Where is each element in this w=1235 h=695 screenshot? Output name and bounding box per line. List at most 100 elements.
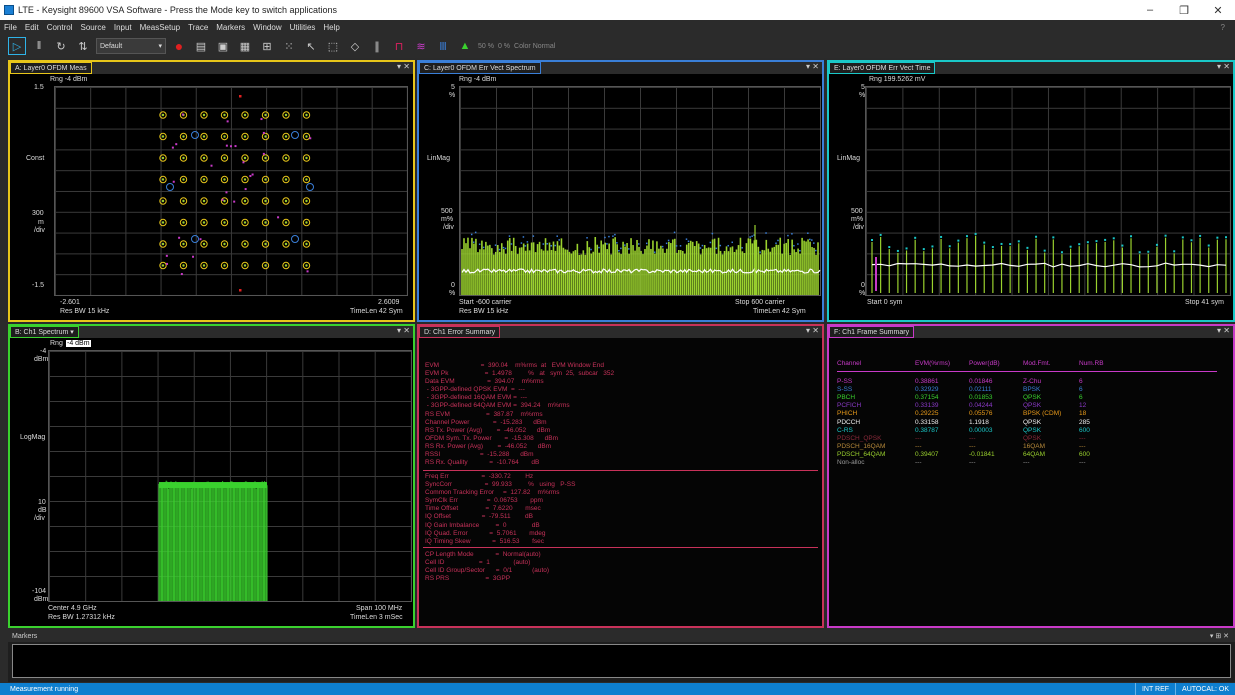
spectrum-plot[interactable] [48,350,412,602]
pane-title[interactable]: E: Layer0 OFDM Err Vect Time [829,62,936,74]
err-vect-time-plot[interactable] [865,86,1231,296]
menu-edit[interactable]: Edit [21,23,43,32]
minimize-button[interactable]: – [1133,0,1167,20]
table-cell: 6 [1079,394,1083,402]
constellation-point [305,221,308,224]
constellation-point [223,135,226,138]
decay-percent: 0 % [497,42,511,50]
menu-markers[interactable]: Markers [212,23,249,32]
pane-controls[interactable]: ▾ ✕ [1217,326,1230,335]
reference-point [191,235,199,243]
restart-icon[interactable]: ↻ [52,37,70,55]
pane-f-frame-summary[interactable]: F: Ch1 Frame Summary ▾ ✕ Channel EVM(%rms… [827,324,1235,628]
record-icon[interactable]: ● [170,37,188,55]
constellation-point [202,156,206,160]
constellation-point [161,156,165,160]
table-row[interactable]: P-SS 0.38861 0.01846 Z-Chu 6 [837,378,1217,386]
constellation-plot[interactable] [54,86,408,296]
spectrogram-icon[interactable]: ▲ [456,37,474,55]
save-recording-icon[interactable]: ▣ [214,37,232,55]
marker-peak-icon[interactable]: ⊓ [390,37,408,55]
dots-layout-icon[interactable]: ⁙ [280,37,298,55]
pilot-point [991,246,994,249]
pilot-point [957,239,960,242]
table-row[interactable]: PHICH 0.29225 0.05576 BPSK (CDM) 18 [837,410,1217,418]
preset-select[interactable]: Default ▾ [96,38,166,54]
pane-d-error-summary[interactable]: D: Ch1 Error Summary ▾ ✕ EVM = 390.04 m%… [417,324,824,628]
pane-b-spectrum[interactable]: B: Ch1 Spectrum ▾ ▾ ✕ Rng -4 dBm -4 dBm … [8,324,415,628]
table-cell: C-RS [837,426,853,434]
layout-icon[interactable]: ▦ [236,37,254,55]
color-spectrum-icon[interactable]: ≋ [412,37,430,55]
menu-file[interactable]: File [0,23,21,32]
constellation-point [284,178,288,181]
menu-trace[interactable]: Trace [184,23,212,32]
table-row[interactable]: PDSCH_64QAM 0.39407 -0.01841 64QAM 600 [837,451,1217,459]
pane-title[interactable]: F: Ch1 Frame Summary [829,326,915,338]
menu-utilities[interactable]: Utilities [286,23,320,32]
constellation-point [223,156,226,160]
pane-controls[interactable]: ▾ ✕ [806,62,819,71]
range-value-field[interactable]: -4 dBm [66,340,91,347]
play-icon[interactable]: ▷ [8,37,26,55]
color-mode[interactable]: Color Normal [514,43,555,50]
preset-icon[interactable]: ⇅ [74,37,92,55]
pane-controls[interactable]: ▾ ✕ [1217,62,1230,71]
err-vect-spectrum-plot[interactable] [459,86,821,296]
markers-table[interactable] [12,644,1231,678]
table-row[interactable]: PDSCH_QPSK --- --- QPSK --- [837,435,1217,443]
table-cell: BPSK (CDM) [1023,410,1062,418]
table-row[interactable]: PBCH 0.37154 0.01853 QPSK 6 [837,394,1217,402]
pilot-point [210,164,213,167]
pause-icon[interactable]: ‖ [30,37,48,55]
marker-bars-icon[interactable]: ∥ [368,37,386,55]
pilot-point [482,246,485,249]
menu-help[interactable]: Help [319,23,343,32]
pane-controls[interactable]: ▾ ✕ [806,326,819,335]
table-row[interactable]: Non-alloc --- --- --- --- [837,459,1217,467]
menu-window[interactable]: Window [249,23,285,32]
pane-title[interactable]: D: Ch1 Error Summary [419,326,501,338]
menu-source[interactable]: Source [76,23,109,32]
column-header: Mod.Fmt. [1023,360,1051,367]
frame-summary-table: Channel EVM(%rms) Power(dB) Mod.Fmt. Num.RB P… [837,360,1217,467]
table-row[interactable]: PCFICH 0.33139 0.04244 QPSK 12 [837,402,1217,410]
pilot-point [478,243,481,246]
reference-point [291,235,299,243]
chevron-down-icon[interactable]: ▾ [70,328,74,336]
y-scale-div: /div [443,224,454,231]
menu-control[interactable]: Control [43,23,77,32]
pane-title[interactable]: A: Layer0 OFDM Meas [10,62,92,74]
table-row[interactable]: PDSCH_16QAM --- --- 16QAM --- [837,443,1217,451]
menu-meassetup[interactable]: MeasSetup [136,23,184,32]
help-icon[interactable]: ? [1217,23,1229,32]
constellation-point [305,178,308,181]
menu-input[interactable]: Input [110,23,136,32]
pane-c-err-vect-spectrum[interactable]: C: Layer0 OFDM Err Vect Spectrum ▾ ✕ Rng… [417,60,824,322]
markers-controls[interactable]: ▾ ⊞ ✕ [1210,632,1229,640]
pane-e-err-vect-time[interactable]: E: Layer0 OFDM Err Vect Time ▾ ✕ Rng 199… [827,60,1235,322]
maximize-button[interactable]: ❐ [1167,0,1201,20]
table-row[interactable]: S-SS 0.32929 0.02111 BPSK 6 [837,386,1217,394]
pane-title[interactable]: B: Ch1 Spectrum ▾ [10,326,79,338]
autocal-indicator[interactable]: AUTOCAL: OK [1175,683,1235,695]
grid-layout-icon[interactable]: ⊞ [258,37,276,55]
zoom-box-icon[interactable]: ⬚ [324,37,342,55]
pane-controls[interactable]: ▾ ✕ [397,326,410,335]
pane-a-ofdm-meas[interactable]: A: Layer0 OFDM Meas ▾ ✕ Rng -4 dBm 1.5 C… [8,60,415,322]
close-button[interactable]: ✕ [1201,0,1235,20]
table-row[interactable]: C-RS 0.38787 0.00003 QPSK 600 [837,427,1217,435]
y-bottom-value: -104 [32,588,47,595]
persistence-icon[interactable]: Ⅲ [434,37,452,55]
y-scale-value: 10 [38,499,46,506]
table-cell: --- [915,459,922,467]
recall-icon[interactable]: ▤ [192,37,210,55]
pointer-icon[interactable]: ↖ [302,37,320,55]
table-row[interactable]: PDCCH 0.33158 1.1918 QPSK 285 [837,419,1217,427]
table-cell: Non-alloc [837,459,865,467]
int-ref-indicator[interactable]: INT REF [1134,683,1175,695]
pilot-point [226,120,229,123]
pane-controls[interactable]: ▾ ✕ [397,62,410,71]
marker-diamond-icon[interactable]: ◇ [346,37,364,55]
pane-title[interactable]: C: Layer0 OFDM Err Vect Spectrum [419,62,541,74]
